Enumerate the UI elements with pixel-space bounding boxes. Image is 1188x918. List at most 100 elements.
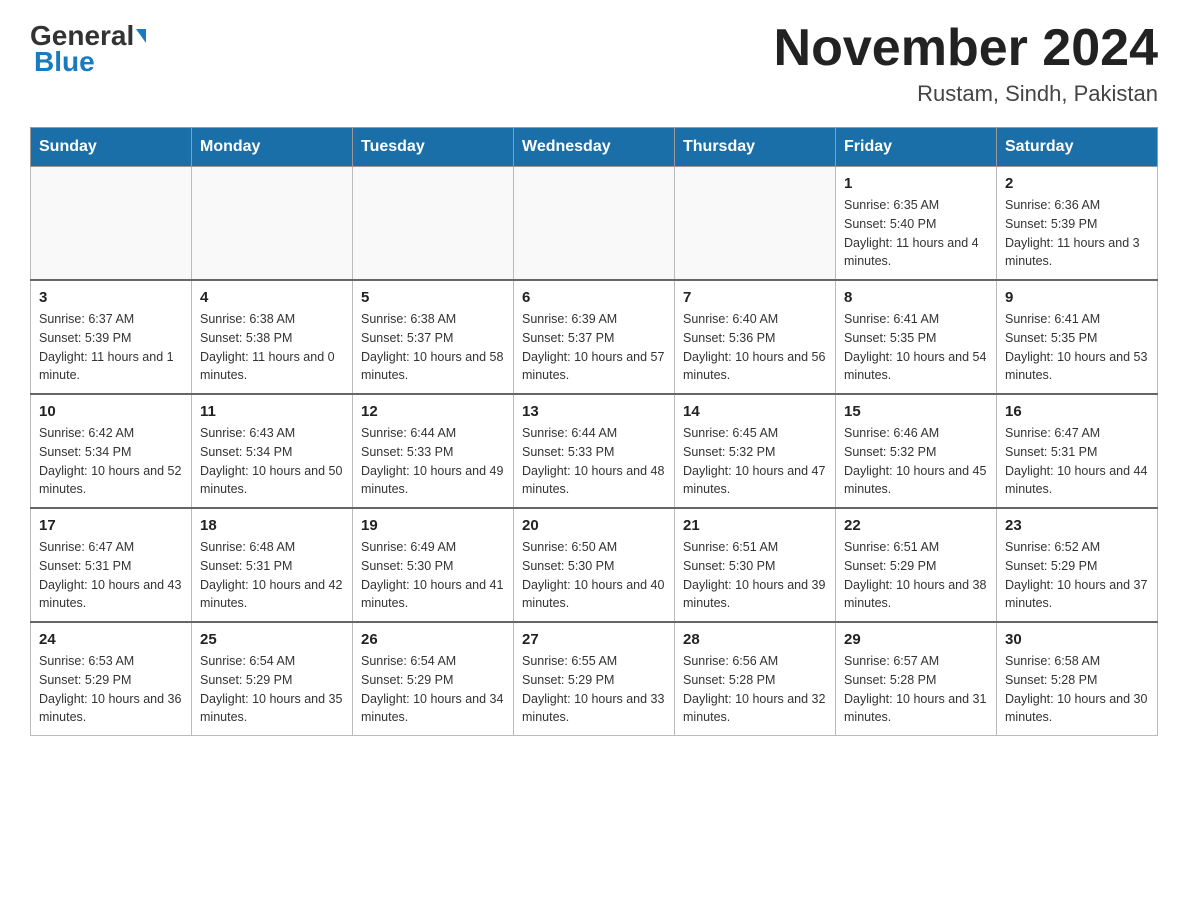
day-number: 19 bbox=[361, 517, 505, 534]
day-info: Sunrise: 6:54 AM Sunset: 5:29 PM Dayligh… bbox=[200, 652, 344, 727]
day-info: Sunrise: 6:42 AM Sunset: 5:34 PM Dayligh… bbox=[39, 424, 183, 499]
day-number: 7 bbox=[683, 289, 827, 306]
day-header-saturday: Saturday bbox=[997, 128, 1158, 167]
calendar-cell: 28Sunrise: 6:56 AM Sunset: 5:28 PM Dayli… bbox=[675, 622, 836, 736]
day-info: Sunrise: 6:44 AM Sunset: 5:33 PM Dayligh… bbox=[522, 424, 666, 499]
day-number: 20 bbox=[522, 517, 666, 534]
day-number: 18 bbox=[200, 517, 344, 534]
calendar-header-row: SundayMondayTuesdayWednesdayThursdayFrid… bbox=[31, 128, 1158, 167]
month-year-title: November 2024 bbox=[774, 20, 1158, 77]
week-row-3: 10 Sunrise: 6:42 AM Sunset: 5:34 PM Dayli… bbox=[31, 394, 1158, 508]
calendar-cell: 12 Sunrise: 6:44 AM Sunset: 5:33 PM Dayli… bbox=[353, 394, 514, 508]
day-info: Sunrise: 6:47 AM Sunset: 5:31 PM Dayligh… bbox=[39, 538, 183, 613]
day-info: Sunrise: 6:47 AM Sunset: 5:31 PM Dayligh… bbox=[1005, 424, 1149, 499]
day-header-monday: Monday bbox=[192, 128, 353, 167]
calendar-cell: 19 Sunrise: 6:49 AM Sunset: 5:30 PM Dayli… bbox=[353, 508, 514, 622]
day-number: 25 bbox=[200, 631, 344, 648]
calendar-cell: 4 Sunrise: 6:38 AM Sunset: 5:38 PM Daylig… bbox=[192, 280, 353, 394]
day-header-friday: Friday bbox=[836, 128, 997, 167]
day-info: Sunrise: 6:58 AM Sunset: 5:28 PM Dayligh… bbox=[1005, 652, 1149, 727]
logo: General Blue bbox=[30, 20, 146, 78]
calendar-cell bbox=[514, 167, 675, 281]
calendar-cell bbox=[353, 167, 514, 281]
day-number: 9 bbox=[1005, 289, 1149, 306]
day-number: 17 bbox=[39, 517, 183, 534]
day-number: 15 bbox=[844, 403, 988, 420]
day-number: 12 bbox=[361, 403, 505, 420]
calendar-cell: 10 Sunrise: 6:42 AM Sunset: 5:34 PM Dayli… bbox=[31, 394, 192, 508]
day-number: 27 bbox=[522, 631, 666, 648]
calendar-cell: 14 Sunrise: 6:45 AM Sunset: 5:32 PM Dayli… bbox=[675, 394, 836, 508]
calendar-cell: 13 Sunrise: 6:44 AM Sunset: 5:33 PM Dayli… bbox=[514, 394, 675, 508]
day-number: 22 bbox=[844, 517, 988, 534]
day-number: 30 bbox=[1005, 631, 1149, 648]
calendar-cell: 22 Sunrise: 6:51 AM Sunset: 5:29 PM Dayli… bbox=[836, 508, 997, 622]
day-number: 29 bbox=[844, 631, 988, 648]
calendar-cell: 17 Sunrise: 6:47 AM Sunset: 5:31 PM Dayli… bbox=[31, 508, 192, 622]
location-subtitle: Rustam, Sindh, Pakistan bbox=[774, 81, 1158, 107]
calendar-cell: 2 Sunrise: 6:36 AM Sunset: 5:39 PM Daylig… bbox=[997, 167, 1158, 281]
day-info: Sunrise: 6:48 AM Sunset: 5:31 PM Dayligh… bbox=[200, 538, 344, 613]
day-number: 4 bbox=[200, 289, 344, 306]
calendar-cell: 21 Sunrise: 6:51 AM Sunset: 5:30 PM Dayli… bbox=[675, 508, 836, 622]
title-block: November 2024 Rustam, Sindh, Pakistan bbox=[774, 20, 1158, 107]
day-info: Sunrise: 6:46 AM Sunset: 5:32 PM Dayligh… bbox=[844, 424, 988, 499]
logo-arrow-icon bbox=[136, 29, 146, 43]
day-info: Sunrise: 6:51 AM Sunset: 5:29 PM Dayligh… bbox=[844, 538, 988, 613]
day-info: Sunrise: 6:40 AM Sunset: 5:36 PM Dayligh… bbox=[683, 310, 827, 385]
day-header-thursday: Thursday bbox=[675, 128, 836, 167]
calendar-cell: 9Sunrise: 6:41 AM Sunset: 5:35 PM Daylig… bbox=[997, 280, 1158, 394]
day-number: 14 bbox=[683, 403, 827, 420]
day-number: 24 bbox=[39, 631, 183, 648]
day-header-sunday: Sunday bbox=[31, 128, 192, 167]
day-number: 16 bbox=[1005, 403, 1149, 420]
day-number: 6 bbox=[522, 289, 666, 306]
calendar-cell: 29 Sunrise: 6:57 AM Sunset: 5:28 PM Dayli… bbox=[836, 622, 997, 736]
day-number: 13 bbox=[522, 403, 666, 420]
week-row-1: 1Sunrise: 6:35 AM Sunset: 5:40 PM Daylig… bbox=[31, 167, 1158, 281]
calendar-cell: 24 Sunrise: 6:53 AM Sunset: 5:29 PM Dayli… bbox=[31, 622, 192, 736]
calendar-cell: 30 Sunrise: 6:58 AM Sunset: 5:28 PM Dayli… bbox=[997, 622, 1158, 736]
calendar-cell: 23 Sunrise: 6:52 AM Sunset: 5:29 PM Dayli… bbox=[997, 508, 1158, 622]
day-info: Sunrise: 6:51 AM Sunset: 5:30 PM Dayligh… bbox=[683, 538, 827, 613]
day-info: Sunrise: 6:50 AM Sunset: 5:30 PM Dayligh… bbox=[522, 538, 666, 613]
calendar-cell: 3 Sunrise: 6:37 AM Sunset: 5:39 PM Daylig… bbox=[31, 280, 192, 394]
day-info: Sunrise: 6:43 AM Sunset: 5:34 PM Dayligh… bbox=[200, 424, 344, 499]
calendar-cell bbox=[675, 167, 836, 281]
day-info: Sunrise: 6:38 AM Sunset: 5:38 PM Dayligh… bbox=[200, 310, 344, 385]
calendar-cell: 11Sunrise: 6:43 AM Sunset: 5:34 PM Dayli… bbox=[192, 394, 353, 508]
day-number: 26 bbox=[361, 631, 505, 648]
day-number: 5 bbox=[361, 289, 505, 306]
calendar-cell: 1Sunrise: 6:35 AM Sunset: 5:40 PM Daylig… bbox=[836, 167, 997, 281]
day-info: Sunrise: 6:52 AM Sunset: 5:29 PM Dayligh… bbox=[1005, 538, 1149, 613]
day-number: 2 bbox=[1005, 175, 1149, 192]
calendar-cell: 27 Sunrise: 6:55 AM Sunset: 5:29 PM Dayli… bbox=[514, 622, 675, 736]
day-info: Sunrise: 6:39 AM Sunset: 5:37 PM Dayligh… bbox=[522, 310, 666, 385]
day-number: 21 bbox=[683, 517, 827, 534]
day-number: 8 bbox=[844, 289, 988, 306]
day-info: Sunrise: 6:49 AM Sunset: 5:30 PM Dayligh… bbox=[361, 538, 505, 613]
day-info: Sunrise: 6:55 AM Sunset: 5:29 PM Dayligh… bbox=[522, 652, 666, 727]
day-info: Sunrise: 6:36 AM Sunset: 5:39 PM Dayligh… bbox=[1005, 196, 1149, 271]
day-info: Sunrise: 6:37 AM Sunset: 5:39 PM Dayligh… bbox=[39, 310, 183, 385]
day-number: 23 bbox=[1005, 517, 1149, 534]
calendar-cell bbox=[192, 167, 353, 281]
calendar-cell: 18 Sunrise: 6:48 AM Sunset: 5:31 PM Dayli… bbox=[192, 508, 353, 622]
day-number: 28 bbox=[683, 631, 827, 648]
day-info: Sunrise: 6:57 AM Sunset: 5:28 PM Dayligh… bbox=[844, 652, 988, 727]
week-row-4: 17 Sunrise: 6:47 AM Sunset: 5:31 PM Dayli… bbox=[31, 508, 1158, 622]
calendar-cell: 26Sunrise: 6:54 AM Sunset: 5:29 PM Dayli… bbox=[353, 622, 514, 736]
day-number: 3 bbox=[39, 289, 183, 306]
page-header: General Blue November 2024 Rustam, Sindh… bbox=[30, 20, 1158, 107]
calendar-cell: 20 Sunrise: 6:50 AM Sunset: 5:30 PM Dayli… bbox=[514, 508, 675, 622]
day-info: Sunrise: 6:53 AM Sunset: 5:29 PM Dayligh… bbox=[39, 652, 183, 727]
day-info: Sunrise: 6:45 AM Sunset: 5:32 PM Dayligh… bbox=[683, 424, 827, 499]
calendar-cell: 16 Sunrise: 6:47 AM Sunset: 5:31 PM Dayli… bbox=[997, 394, 1158, 508]
calendar-cell: 6 Sunrise: 6:39 AM Sunset: 5:37 PM Daylig… bbox=[514, 280, 675, 394]
week-row-5: 24 Sunrise: 6:53 AM Sunset: 5:29 PM Dayli… bbox=[31, 622, 1158, 736]
day-number: 10 bbox=[39, 403, 183, 420]
week-row-2: 3 Sunrise: 6:37 AM Sunset: 5:39 PM Daylig… bbox=[31, 280, 1158, 394]
day-info: Sunrise: 6:35 AM Sunset: 5:40 PM Dayligh… bbox=[844, 196, 988, 271]
day-info: Sunrise: 6:44 AM Sunset: 5:33 PM Dayligh… bbox=[361, 424, 505, 499]
day-header-tuesday: Tuesday bbox=[353, 128, 514, 167]
